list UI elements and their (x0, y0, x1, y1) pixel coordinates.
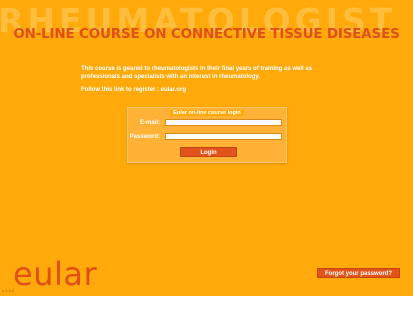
page-title: ON-LINE COURSE ON CONNECTIVE TISSUE DISE… (13, 26, 400, 42)
login-panel: Eular on-line course login E-mail: Passw… (127, 107, 287, 163)
password-label: Password: (129, 134, 160, 140)
register-link[interactable]: Follow this link to register : eular.org (81, 87, 186, 93)
login-legend-label: Eular on-line course login (170, 110, 244, 116)
intro-text: This course is geared to rheumatologists… (81, 66, 313, 80)
version-label: v 1.4.2 (2, 288, 15, 293)
page: RHEUMATOLOGIST ON-LINE COURSE ON CONNECT… (0, 0, 413, 296)
password-field[interactable] (165, 133, 282, 140)
eular-logo: eular (13, 255, 98, 293)
email-field[interactable] (165, 119, 282, 126)
forgot-password-button[interactable]: Forgot your password? (317, 268, 400, 278)
email-label: E-mail: (139, 120, 160, 126)
login-button[interactable]: Login (180, 147, 237, 157)
login-legend: Eular on-line course login (128, 101, 286, 119)
